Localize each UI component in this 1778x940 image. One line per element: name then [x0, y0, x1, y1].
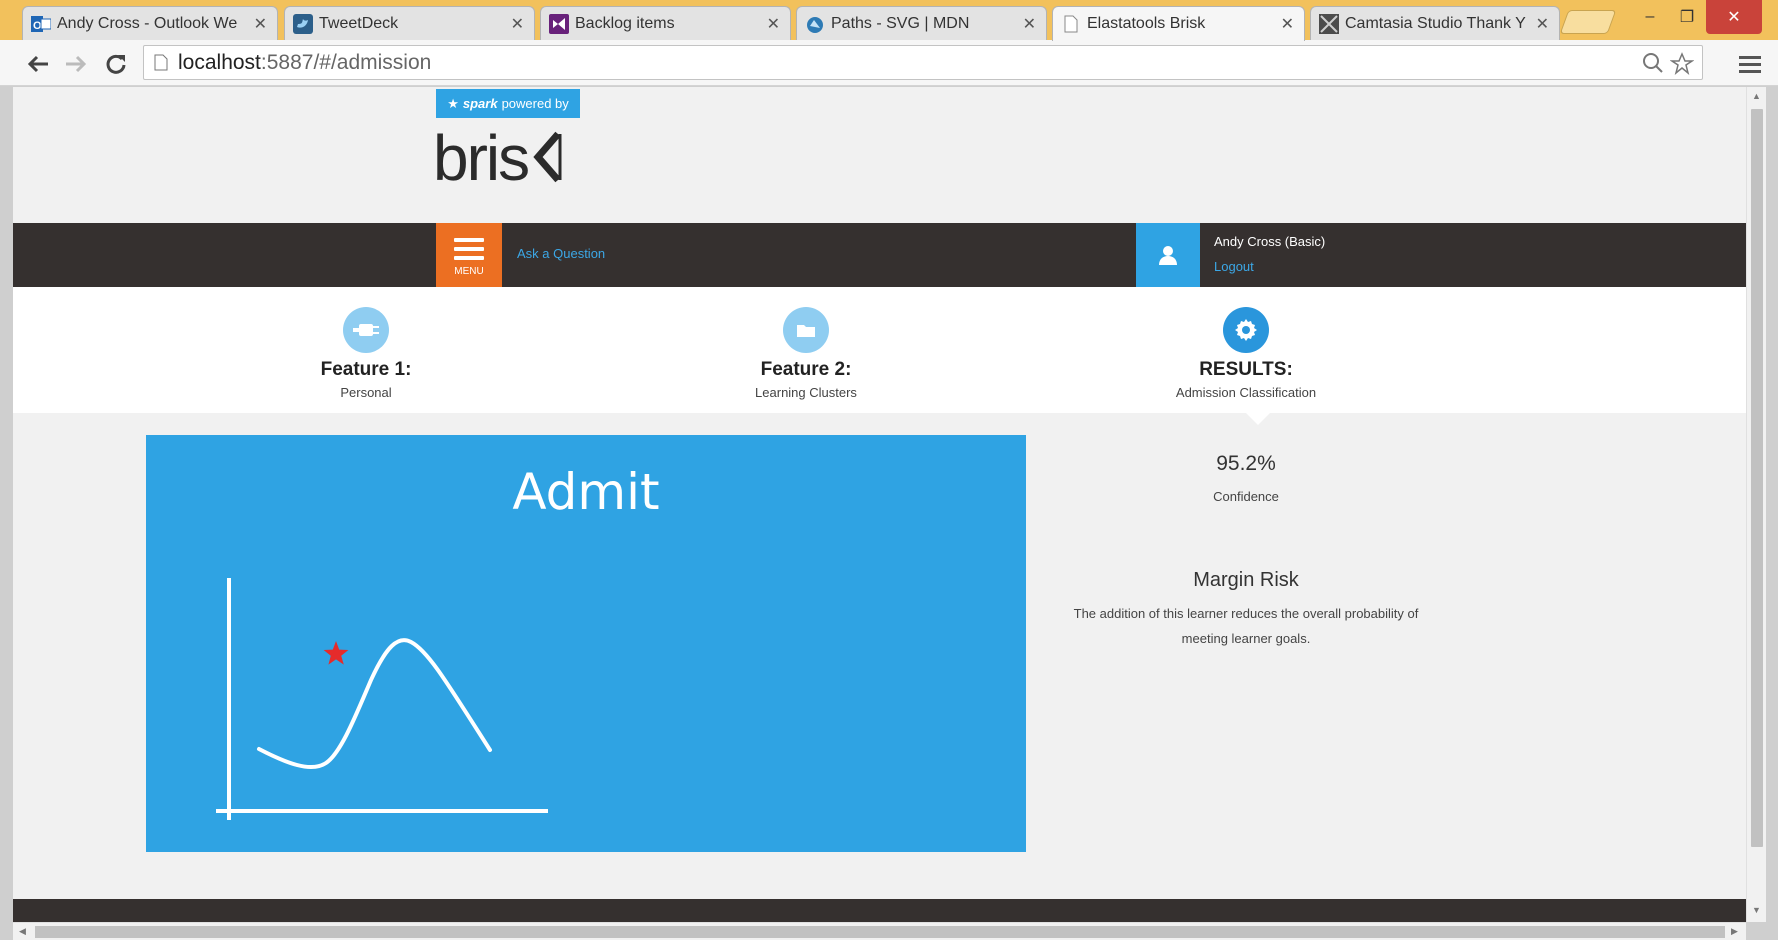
- ask-question-link[interactable]: Ask a Question: [517, 246, 605, 261]
- browser-tab-tweetdeck[interactable]: TweetDeck ✕: [284, 6, 535, 40]
- site-header: ★ spark powered by bris: [13, 87, 1746, 223]
- reload-icon: [106, 54, 126, 74]
- visual-studio-icon: [549, 13, 569, 34]
- page-icon: [1061, 14, 1081, 34]
- mdn-icon: [805, 14, 825, 34]
- candidate-star-marker: [323, 641, 349, 665]
- horizontal-scroll-thumb[interactable]: [35, 926, 1725, 938]
- margin-risk-description: The addition of this learner reduces the…: [1073, 606, 1419, 646]
- page-icon: [154, 54, 168, 71]
- confidence-value: 95.2%: [1216, 452, 1276, 475]
- menu-label: MENU: [454, 265, 484, 277]
- tweetdeck-icon: [293, 13, 313, 34]
- outlook-icon: O: [31, 14, 51, 34]
- menu-button[interactable]: MENU: [436, 223, 502, 287]
- step-feature-2[interactable]: Feature 2: Learning Clusters: [706, 307, 906, 400]
- url-text: localhost:5887/#/admission: [178, 50, 432, 74]
- plug-icon: [343, 307, 389, 353]
- vertical-scrollbar[interactable]: ▲ ▼: [1746, 87, 1766, 922]
- bookmark-star-icon[interactable]: [1670, 52, 1694, 76]
- gear-icon: [1223, 307, 1269, 353]
- browser-tab-camtasia[interactable]: Camtasia Studio Thank Y ✕: [1310, 6, 1560, 40]
- brisk-logo[interactable]: bris: [433, 121, 564, 195]
- scroll-right-arrow-icon[interactable]: ▶: [1731, 926, 1738, 937]
- tab-title: Camtasia Studio Thank Y: [1345, 14, 1526, 32]
- close-tab-icon[interactable]: ✕: [511, 14, 524, 34]
- close-tab-icon[interactable]: ✕: [1023, 14, 1036, 34]
- tab-title: TweetDeck: [319, 14, 399, 32]
- browser-tab-backlog[interactable]: Backlog items ✕: [540, 6, 791, 40]
- step-name: Feature 2:: [760, 359, 852, 380]
- active-step-pointer: [1246, 413, 1270, 425]
- distribution-curve: [257, 638, 492, 769]
- user-icon: [1159, 246, 1177, 265]
- page-viewport: ★ spark powered by bris MENU Ask a Questio…: [13, 87, 1746, 922]
- forward-arrow-icon: [66, 55, 87, 73]
- margin-risk-title: Margin Risk: [1193, 569, 1299, 591]
- close-tab-icon[interactable]: ✕: [1536, 14, 1549, 34]
- tab-title: Elastatools Brisk: [1087, 15, 1206, 32]
- step-subtitle: Admission Classification: [1175, 385, 1317, 400]
- close-window-button[interactable]: ✕: [1706, 0, 1762, 34]
- close-tab-icon[interactable]: ✕: [767, 14, 780, 34]
- step-feature-1[interactable]: Feature 1: Personal: [266, 307, 466, 400]
- site-footer: [13, 899, 1746, 922]
- step-subtitle: Personal: [340, 385, 392, 400]
- tab-title: Paths - SVG | MDN: [831, 14, 970, 32]
- tab-title: Andy Cross - Outlook We: [57, 14, 238, 32]
- hamburger-menu-icon: [1739, 56, 1761, 73]
- distribution-curve-graphic: [216, 578, 548, 820]
- forward-button[interactable]: [62, 50, 90, 78]
- user-avatar-button[interactable]: [1136, 223, 1200, 287]
- address-bar[interactable]: localhost:5887/#/admission: [143, 45, 1703, 80]
- restore-button[interactable]: ❐: [1670, 0, 1704, 34]
- close-tab-icon[interactable]: ✕: [254, 14, 267, 34]
- step-indicator: Feature 1: Personal Feature 2: Learning …: [13, 287, 1746, 413]
- main-nav-bar: MENU Ask a Question Andy Cross (Basic) L…: [13, 223, 1746, 287]
- browser-tab-brisk[interactable]: Elastatools Brisk ✕: [1052, 6, 1305, 41]
- folder-icon: [783, 307, 829, 353]
- browser-toolbar: localhost:5887/#/admission: [0, 40, 1778, 86]
- reload-button[interactable]: [102, 50, 130, 78]
- logout-link[interactable]: Logout: [1214, 259, 1254, 274]
- admission-result-panel: Admit: [146, 435, 1026, 852]
- search-icon[interactable]: [1642, 52, 1664, 74]
- new-tab-button[interactable]: [1559, 10, 1617, 34]
- step-name: Feature 1:: [320, 359, 412, 380]
- tab-title: Backlog items: [575, 14, 675, 32]
- confidence-label: Confidence: [1213, 489, 1279, 504]
- scroll-left-arrow-icon[interactable]: ◀: [19, 926, 26, 937]
- back-arrow-icon: [27, 55, 48, 73]
- browser-tab-outlook[interactable]: O Andy Cross - Outlook We ✕: [22, 6, 278, 40]
- horizontal-scrollbar[interactable]: ◀ ▶: [13, 922, 1746, 940]
- step-subtitle: Learning Clusters: [755, 385, 857, 400]
- browser-tab-mdn[interactable]: Paths - SVG | MDN ✕: [796, 6, 1047, 40]
- spark-powered-badge: ★ spark powered by: [436, 89, 580, 118]
- vertical-scroll-thumb[interactable]: [1751, 109, 1763, 847]
- browser-titlebar: O Andy Cross - Outlook We ✕ TweetDeck ✕ …: [0, 0, 1778, 41]
- scroll-down-arrow-icon[interactable]: ▼: [1752, 905, 1761, 915]
- step-results[interactable]: RESULTS: Admission Classification: [1146, 307, 1346, 400]
- chrome-menu-button[interactable]: [1736, 50, 1764, 78]
- scroll-up-arrow-icon[interactable]: ▲: [1752, 91, 1761, 101]
- step-name: RESULTS:: [1199, 359, 1293, 380]
- back-button[interactable]: [24, 50, 52, 78]
- camtasia-icon: [1319, 13, 1339, 34]
- minimize-button[interactable]: –: [1630, 0, 1670, 34]
- close-tab-icon[interactable]: ✕: [1281, 14, 1294, 34]
- hamburger-icon: [454, 237, 484, 260]
- user-name: Andy Cross (Basic): [1214, 234, 1326, 249]
